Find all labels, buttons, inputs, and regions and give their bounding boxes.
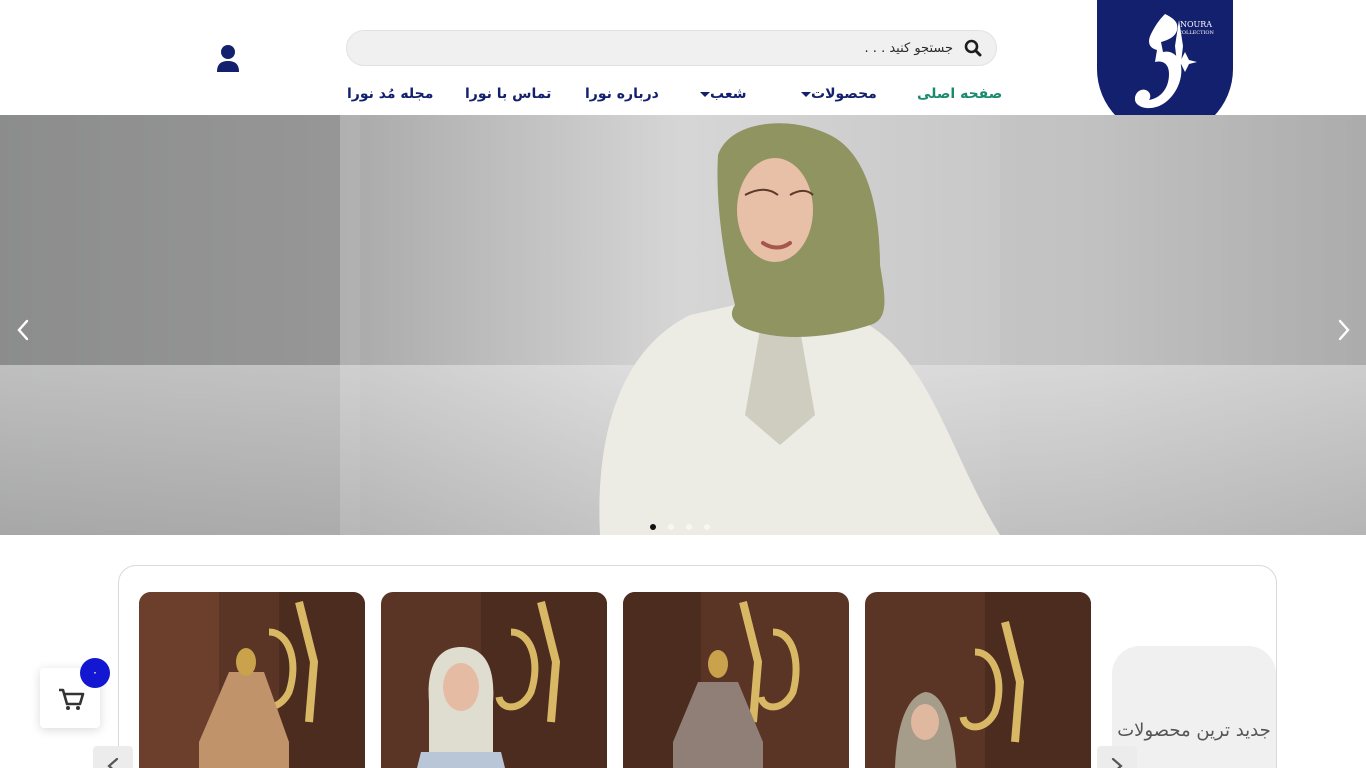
hero-slider [0,115,1366,535]
carousel-next-button[interactable] [1097,746,1137,768]
nav-contact[interactable]: تماس با نورا [465,86,551,106]
logo-subtitle-en: COLLECTION [1178,30,1214,36]
product-image-model-hijab-icon [865,592,1091,768]
newest-products-section: جدید ترین محصولات [93,565,1277,768]
product-image-beige-dress-icon [139,592,365,768]
slider-next-arrow-icon[interactable] [1332,315,1356,345]
user-account-icon[interactable] [215,44,241,72]
nav-contact-label: تماس با نورا [465,86,552,102]
product-card[interactable] [381,592,607,768]
slider-prev-arrow-icon[interactable] [11,315,35,345]
nav-branches-label: شعب [710,86,747,102]
chevron-down-icon [700,91,710,97]
product-card[interactable] [139,592,365,768]
nav-about[interactable]: درباره نورا [585,86,659,106]
slider-dot-1[interactable] [650,524,656,530]
slider-dots [650,524,710,532]
chevron-down-icon [801,91,811,97]
page: NOURA COLLECTION صفحه اصلی محصولات شعب د… [0,0,1366,768]
slider-dot-4[interactable] [704,524,710,530]
product-image-floral-hijab-icon [381,592,607,768]
carousel-prev-button[interactable] [93,746,133,768]
chevron-right-icon [1111,757,1123,768]
nav-magazine[interactable]: مجله مُد نورا [347,86,433,106]
nav-products-label: محصولات [811,86,877,102]
nav-magazine-label: مجله مُد نورا [347,86,434,102]
search-icon[interactable] [964,39,982,57]
nav-home-label: صفحه اصلی [917,86,1003,102]
slider-dot-3[interactable] [686,524,692,530]
search-box [346,30,997,66]
slider-dot-2[interactable] [668,524,674,530]
logo-name-en: NOURA [1179,20,1213,29]
section-title: جدید ترین محصولات [1117,720,1271,741]
cart-count-badge: ۰ [80,658,110,688]
logo-text: NOURA COLLECTION [1173,20,1219,38]
nav-branches[interactable]: شعب [692,86,747,106]
product-card[interactable] [865,592,1091,768]
search-input[interactable] [363,31,953,65]
chevron-left-icon [107,757,119,768]
product-image-grey-dress-icon [623,592,849,768]
nav-about-label: درباره نورا [585,86,659,102]
product-card[interactable] [623,592,849,768]
hero-image [0,115,1366,535]
nav-home[interactable]: صفحه اصلی [917,86,1002,106]
nav-products[interactable]: محصولات [793,86,877,106]
